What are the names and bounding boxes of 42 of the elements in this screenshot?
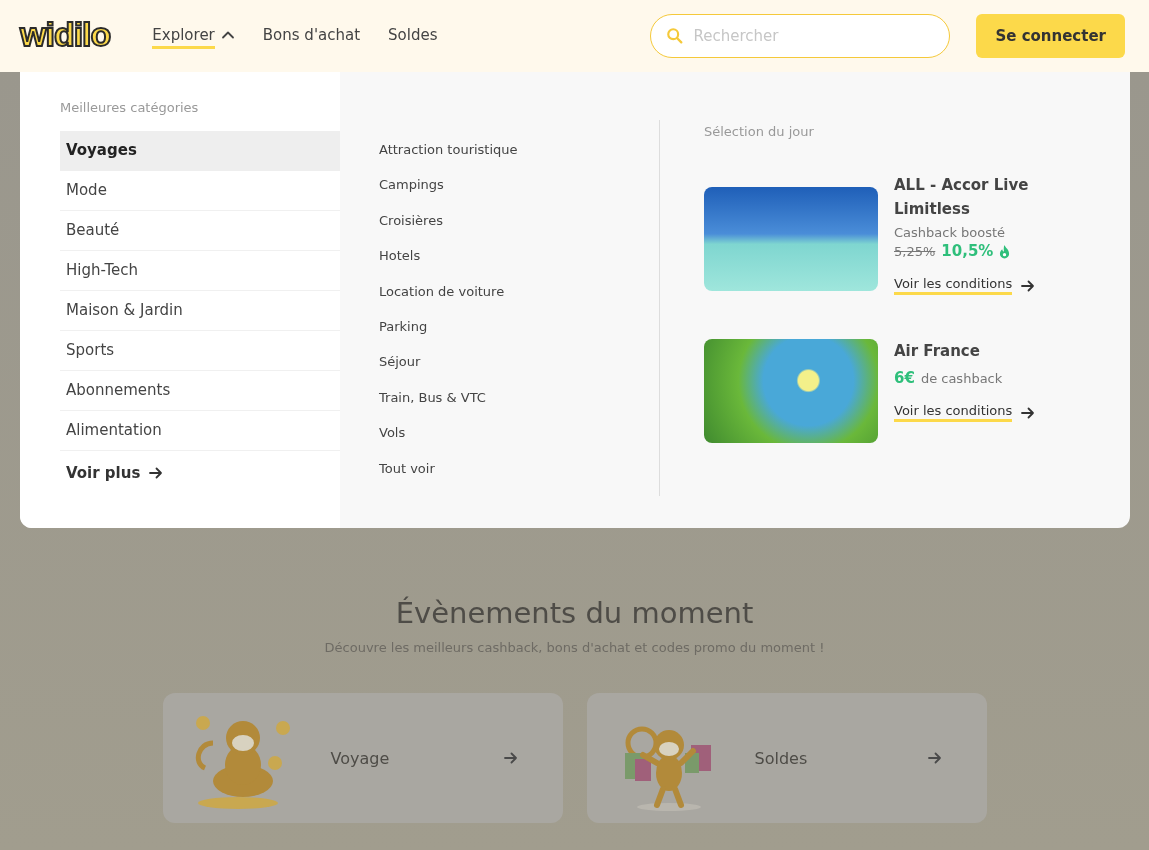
cashback-rate: 10,5% [941, 242, 994, 260]
offer-title: ALL - Accor Live Limitless [894, 175, 1030, 220]
subcategory-link[interactable]: Location de voiture [379, 283, 659, 320]
subcategory-link[interactable]: Campings [379, 177, 659, 213]
search-field[interactable]: Rechercher [650, 14, 951, 58]
nav-link[interactable]: Explorer [152, 21, 235, 51]
subcategory-link[interactable]: Tout voir [379, 460, 659, 497]
login-button[interactable]: Se connecter [976, 14, 1125, 58]
arrow-right-icon [502, 750, 519, 766]
subcategory-link[interactable]: Train, Bus & VTC [379, 389, 659, 426]
conditions-link[interactable]: Voir les conditions [894, 276, 1044, 295]
see-more-link[interactable]: Voir plus [66, 461, 165, 485]
category-item[interactable]: Mode [60, 171, 340, 211]
subcategory-link[interactable]: Hotels [379, 248, 659, 284]
subcategory-link[interactable]: Croisières [379, 212, 659, 249]
event-card[interactable]: Soldes [586, 693, 987, 823]
arrow-right-icon [926, 750, 943, 766]
offer-label: Cashback boosté [894, 225, 1007, 240]
subcategory-link[interactable]: Attraction touristique [379, 142, 659, 178]
category-item[interactable]: Maison & Jardin [60, 291, 340, 331]
cashback-text: de cashback [920, 370, 1003, 386]
conditions-link[interactable]: Voir les conditions [894, 403, 1044, 422]
menu-heading: Sélection du jour [704, 124, 815, 139]
old-rate: 5,25% [894, 243, 936, 259]
arrow-right-icon [148, 465, 165, 481]
nav-link[interactable]: Soldes [388, 21, 438, 51]
category-item[interactable]: Abonnements [60, 371, 340, 411]
subcategory-link[interactable]: Parking [379, 319, 659, 355]
category-item[interactable]: Alimentation [60, 411, 340, 451]
menu-heading: Meilleures catégories [60, 100, 200, 115]
event-card[interactable]: Voyage [162, 693, 563, 823]
category-item[interactable]: Beauté [60, 211, 340, 251]
subcategory-link[interactable]: Séjour [379, 354, 659, 390]
flame-icon [999, 243, 1011, 259]
offer-title: Air France [894, 341, 981, 362]
category-item[interactable]: Sports [60, 331, 340, 371]
cashback-amount: 6€ [894, 369, 915, 387]
section-title: Évènements du moment [395, 596, 754, 630]
category-item[interactable]: High-Tech [60, 251, 340, 291]
subcategory-link[interactable]: Vols [379, 425, 659, 461]
nav-link[interactable]: Bons d'achat [262, 21, 361, 51]
category-item[interactable]: Voyages [60, 131, 340, 171]
